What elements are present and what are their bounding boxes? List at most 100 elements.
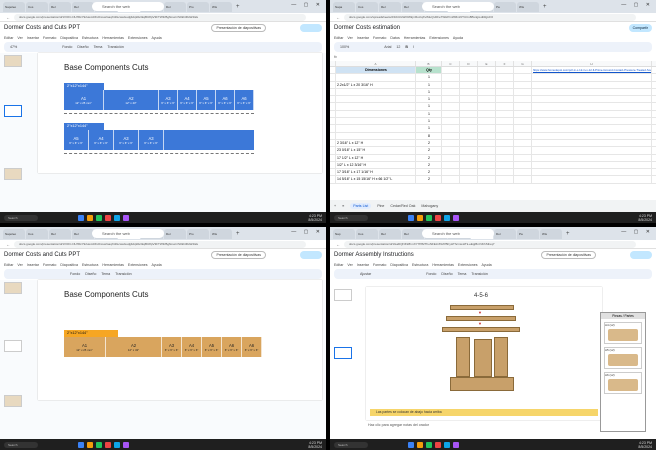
browser-tab[interactable]: Cos	[356, 1, 378, 12]
grid-cell[interactable]	[478, 81, 496, 88]
bold-icon[interactable]: B	[405, 45, 408, 49]
browser-tab[interactable]: Pro	[187, 228, 209, 239]
grid-cell[interactable]	[496, 132, 514, 139]
menu-item[interactable]: Herramientas	[102, 36, 124, 40]
menu-item[interactable]: Extensiones	[128, 36, 148, 40]
dimension-cell[interactable]	[336, 132, 416, 139]
grid-cell[interactable]	[532, 161, 652, 169]
grid-cell[interactable]	[442, 118, 460, 125]
grid-cell[interactable]	[442, 125, 460, 132]
app-icon[interactable]	[123, 441, 129, 448]
font-size-field[interactable]: 12	[396, 45, 400, 49]
grid-cell[interactable]	[478, 118, 496, 125]
qty-cell[interactable]: 2	[416, 139, 442, 147]
new-tab-icon[interactable]: +	[566, 231, 570, 237]
grid-cell[interactable]	[460, 147, 478, 154]
back-icon[interactable]: ←	[6, 15, 10, 20]
grid-cell[interactable]	[460, 169, 478, 176]
toolbar-item[interactable]: Tema	[101, 272, 110, 276]
column-header[interactable]: D	[460, 61, 478, 66]
grid-cell[interactable]	[460, 125, 478, 132]
cut-a1[interactable]: A1 12" x 25 mm"	[64, 90, 104, 110]
spreadsheet-grid[interactable]: A B C D E F G H Dimensiones Qty https://…	[330, 61, 656, 200]
slide-thumbnail[interactable]	[4, 168, 22, 180]
cut-a3[interactable]: A3 6" x 6" x 6"	[159, 90, 178, 110]
browser-tab[interactable]: Dor	[164, 1, 186, 12]
grid-cell[interactable]	[460, 132, 478, 139]
menu-item[interactable]: Estructura	[82, 36, 98, 40]
slide-canvas[interactable]: 4-5-6 ▼ ▼ Las partes se colocan de abajo…	[366, 287, 646, 432]
folder-icon[interactable]	[417, 214, 423, 221]
app-icon[interactable]	[123, 214, 129, 221]
dimension-cell[interactable]	[336, 74, 416, 81]
menu-item[interactable]: Formato	[43, 36, 56, 40]
browser-tab[interactable]: Pa	[517, 228, 539, 239]
grid-cell[interactable]	[478, 169, 496, 176]
back-icon[interactable]: ←	[6, 242, 10, 247]
grid-cell[interactable]	[460, 96, 478, 103]
qty-cell[interactable]: 1	[416, 125, 442, 132]
grid-cell[interactable]	[496, 81, 514, 88]
grid-cell[interactable]	[460, 103, 478, 110]
folder-icon[interactable]	[87, 441, 93, 448]
grid-cell[interactable]	[442, 81, 460, 88]
grid-cell[interactable]	[514, 88, 532, 96]
menu-item[interactable]: Estructura	[82, 263, 98, 267]
grid-cell[interactable]	[496, 176, 514, 183]
grid-cell[interactable]	[478, 96, 496, 103]
menu-item[interactable]: Estructura	[412, 263, 428, 267]
toolbar-item[interactable]: Ajustar	[360, 272, 371, 276]
grid-cell[interactable]	[442, 161, 460, 169]
url-field[interactable]: docs.google.com/spreadsheets/d/1IbUIsWr0…	[344, 13, 636, 21]
qty-cell[interactable]: 2	[416, 169, 442, 176]
cut-a6[interactable]: A6 6" x 6" x 6"	[242, 337, 262, 357]
grid-cell[interactable]	[532, 125, 652, 132]
grid-cell[interactable]	[460, 81, 478, 88]
back-icon[interactable]: ←	[336, 15, 340, 20]
speaker-notes[interactable]: Haz clic para agregar notas del orador	[368, 423, 429, 427]
grid-cell[interactable]	[514, 118, 532, 125]
app-icon[interactable]	[426, 214, 432, 221]
grid-cell[interactable]	[532, 176, 652, 183]
grid-cell[interactable]	[442, 169, 460, 176]
browser-tab[interactable]: Pa	[494, 1, 516, 12]
menu-item[interactable]: Ayuda	[453, 36, 463, 40]
qty-cell[interactable]: 1	[416, 110, 442, 118]
qty-cell[interactable]: 2	[416, 147, 442, 154]
grid-cell[interactable]	[442, 139, 460, 147]
menu-item[interactable]: Ver	[17, 263, 22, 267]
menu-item[interactable]: Insertar	[357, 36, 369, 40]
sheet-tab[interactable]: Mahogany	[421, 204, 438, 208]
grid-cell[interactable]	[478, 161, 496, 169]
browser-tab[interactable]: Rel	[379, 1, 401, 12]
cut-a4[interactable]: A4 6" x 6" x 6"	[89, 130, 114, 150]
grid-cell[interactable]	[514, 154, 532, 161]
grid-cell[interactable]	[514, 139, 532, 147]
present-button[interactable]: Presentación de diapositivas	[211, 251, 266, 259]
sheet-tab-active[interactable]: Parts List	[350, 203, 372, 209]
share-button[interactable]	[300, 251, 322, 259]
menu-item[interactable]: Extensiones	[429, 36, 449, 40]
zoom-select[interactable]: 100%	[340, 45, 349, 49]
doc-title[interactable]: Dormer Costs estimation	[334, 25, 400, 31]
grid-cell[interactable]	[478, 139, 496, 147]
toolbar-item[interactable]: Diseño	[77, 45, 88, 49]
dimension-cell[interactable]	[336, 96, 416, 103]
slide-thumbnail[interactable]	[4, 282, 22, 294]
grid-cell[interactable]	[478, 176, 496, 183]
product-link[interactable]: https://www.homedepot.com/p/2-in-x-12-in…	[532, 67, 652, 74]
qty-cell[interactable]: 1	[416, 103, 442, 110]
grid-cell[interactable]	[442, 74, 460, 81]
column-header[interactable]: B	[416, 61, 442, 66]
cut-a5[interactable]: A5 6" x 6" x 6"	[202, 337, 222, 357]
cut-a6[interactable]: A6 6" x 6" x 6"	[235, 90, 254, 110]
url-field[interactable]: docs.google.com/presentation/d/1VIOC-NUh…	[14, 13, 306, 21]
clock[interactable]: 4:23 PM 8/5/2024	[638, 214, 652, 222]
clock[interactable]: 4:23 PM 8/5/2024	[308, 441, 322, 449]
cut-a2[interactable]: A2 12" x 43"	[104, 90, 159, 110]
app-icon[interactable]	[78, 441, 84, 448]
grid-cell[interactable]	[478, 154, 496, 161]
grid-cell[interactable]	[496, 154, 514, 161]
grid-cell[interactable]	[514, 103, 532, 110]
grid-cell[interactable]	[442, 110, 460, 118]
